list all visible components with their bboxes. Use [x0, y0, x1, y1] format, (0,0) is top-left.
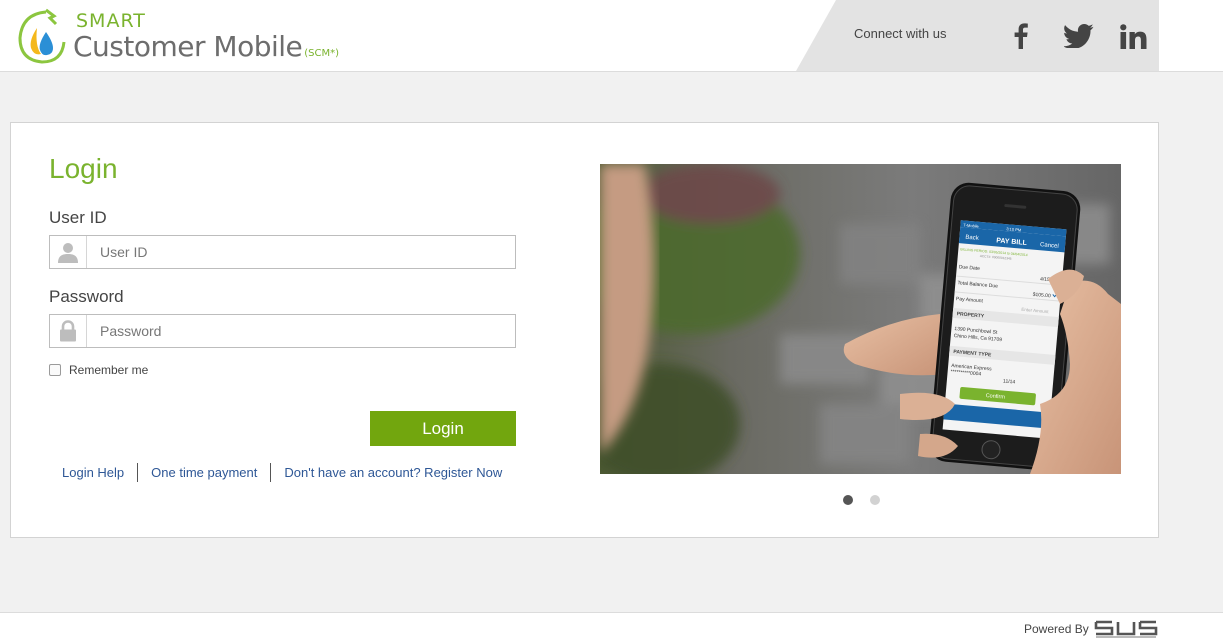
- one-time-payment-link[interactable]: One time payment: [151, 465, 257, 480]
- user-icon: [50, 236, 87, 268]
- phone-card-exp: 11/14: [1003, 378, 1016, 385]
- logo-droplet-icon: [18, 8, 66, 64]
- carousel-dot-1[interactable]: [843, 495, 853, 505]
- user-id-field[interactable]: [49, 235, 516, 269]
- remember-me-label[interactable]: Remember me: [69, 363, 148, 377]
- scm-logo[interactable]: SMART Customer Mobile (SCM*): [14, 6, 339, 66]
- facebook-icon[interactable]: [1008, 20, 1034, 52]
- password-input[interactable]: [88, 315, 515, 347]
- register-link[interactable]: Don't have an account? Register Now: [284, 465, 502, 480]
- link-divider: [137, 463, 139, 482]
- login-help-link[interactable]: Login Help: [62, 465, 124, 480]
- remember-me[interactable]: Remember me: [49, 363, 148, 377]
- remember-me-checkbox[interactable]: [49, 364, 61, 376]
- sus-logo[interactable]: [1094, 620, 1160, 640]
- logo-smart-text: SMART: [76, 10, 146, 32]
- login-panel: Login User ID Password Remember me Login…: [10, 122, 1159, 538]
- user-id-label: User ID: [49, 208, 107, 227]
- carousel-slide-image: T-Mobile 3:10 PM Back PAY BILL Cancel BI…: [600, 164, 1121, 474]
- site-header: SMART Customer Mobile (SCM*) Connect with…: [0, 0, 1223, 72]
- social-band: [796, 0, 1159, 71]
- logo-title-text: Customer Mobile (SCM*): [73, 30, 339, 63]
- password-label: Password: [49, 287, 124, 306]
- login-links: Login Help One time payment Don't have a…: [49, 463, 529, 482]
- connect-with-us-label: Connect with us: [854, 26, 947, 41]
- site-footer: Powered By: [0, 612, 1223, 643]
- twitter-icon[interactable]: [1062, 20, 1096, 52]
- carousel-dot-2[interactable]: [870, 495, 880, 505]
- logo-suffix-text: (SCM*): [304, 48, 340, 59]
- link-divider: [270, 463, 272, 482]
- user-id-input[interactable]: [88, 236, 515, 268]
- linkedin-icon[interactable]: [1117, 20, 1149, 52]
- lock-icon: [50, 315, 87, 347]
- login-title: Login: [49, 153, 118, 184]
- login-button[interactable]: Login: [370, 411, 516, 446]
- phone-in-hand-photo: T-Mobile 3:10 PM Back PAY BILL Cancel BI…: [600, 164, 1121, 474]
- phone-back: Back: [965, 235, 980, 242]
- carousel-indicators: [843, 495, 880, 505]
- powered-by-label: Powered By: [1024, 622, 1089, 636]
- password-field[interactable]: [49, 314, 516, 348]
- logo-main-text: Customer Mobile: [73, 30, 303, 63]
